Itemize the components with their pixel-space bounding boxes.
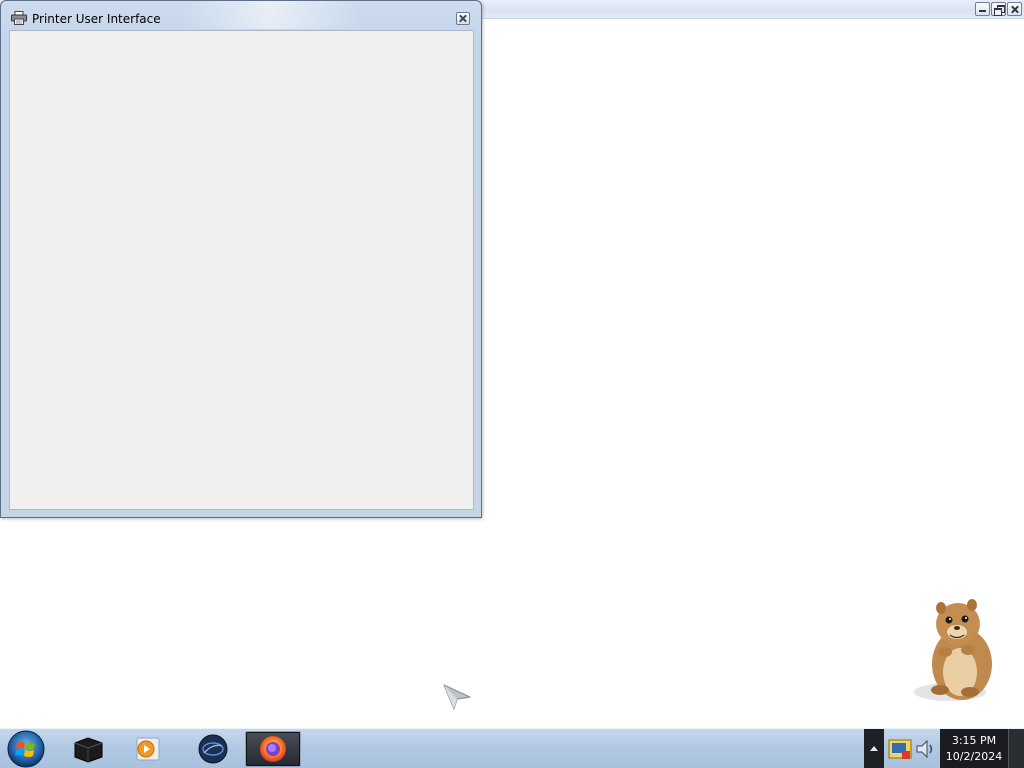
black-box-app-icon bbox=[74, 737, 103, 763]
windows-start-icon[interactable] bbox=[5, 730, 47, 768]
maximize-icon[interactable] bbox=[991, 2, 1006, 16]
globe-app-icon bbox=[198, 734, 228, 764]
tray-expand-arrow-icon[interactable] bbox=[864, 729, 884, 768]
taskbar-button-globe-app[interactable] bbox=[185, 731, 241, 767]
show-desktop-button[interactable] bbox=[1008, 729, 1024, 768]
taskbar-button-firefox[interactable] bbox=[245, 731, 301, 767]
window-controls bbox=[975, 2, 1022, 16]
taskbar-button-black-box[interactable] bbox=[60, 731, 116, 767]
media-player-icon bbox=[136, 737, 160, 761]
firefox-icon bbox=[260, 736, 286, 762]
clock[interactable]: 3:15 PM 10/2/2024 bbox=[940, 729, 1008, 768]
volume-icon[interactable] bbox=[914, 737, 936, 761]
network-icon[interactable] bbox=[888, 735, 912, 763]
minimize-icon[interactable] bbox=[975, 2, 990, 16]
printer-window: Printer User Interface bbox=[0, 0, 482, 518]
window-title: Printer User Interface bbox=[32, 12, 161, 26]
printer-icon bbox=[11, 11, 27, 25]
clock-time: 3:15 PM bbox=[951, 734, 997, 747]
taskbar-button-media-player[interactable] bbox=[120, 731, 176, 767]
printer-window-titlebar[interactable]: Printer User Interface bbox=[1, 1, 481, 29]
clock-date: 10/2/2024 bbox=[945, 750, 1003, 763]
gopher-mascot-icon bbox=[914, 599, 992, 701]
close-icon[interactable] bbox=[456, 12, 470, 25]
system-tray: 3:15 PM 10/2/2024 bbox=[864, 729, 1024, 768]
printer-window-client-area bbox=[9, 30, 474, 510]
close-icon[interactable] bbox=[1007, 2, 1022, 16]
taskbar: 3:15 PM 10/2/2024 bbox=[0, 728, 1024, 768]
tray-icons bbox=[886, 731, 940, 767]
mouse-cursor-icon bbox=[443, 684, 471, 710]
